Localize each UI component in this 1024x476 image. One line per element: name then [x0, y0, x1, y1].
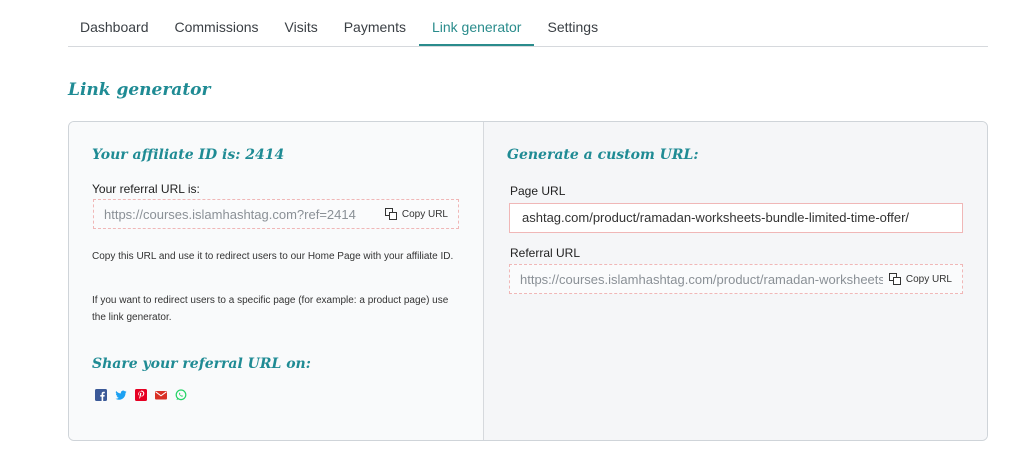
copy-custom-url-label: Copy URL: [905, 273, 952, 285]
copy-icon: [384, 208, 397, 220]
twitter-icon[interactable]: [115, 388, 127, 400]
affiliate-panel: Your affiliate ID is: 2414 Your referral…: [69, 122, 484, 440]
link-generator-card: Your affiliate ID is: 2414 Your referral…: [68, 121, 988, 441]
referral-url-output[interactable]: https://courses.islamhashtag.com/product…: [509, 264, 963, 294]
copy-custom-url-button[interactable]: Copy URL: [888, 273, 952, 285]
page-url-input[interactable]: ashtag.com/product/ramadan-worksheets-bu…: [509, 203, 963, 233]
facebook-icon[interactable]: [95, 388, 107, 401]
referral-url-label: Your referral URL is:: [92, 182, 200, 196]
tab-link-generator[interactable]: Link generator: [418, 0, 535, 46]
tab-commissions[interactable]: Commissions: [162, 0, 272, 46]
whatsapp-icon[interactable]: [175, 388, 187, 401]
custom-url-panel: Generate a custom URL: Page URL ashtag.c…: [484, 122, 987, 440]
copy-icon: [888, 273, 901, 285]
page-url-label: Page URL: [510, 184, 566, 198]
share-heading: Share your referral URL on:: [92, 356, 311, 372]
tab-payments[interactable]: Payments: [331, 0, 419, 46]
copy-url-button[interactable]: Copy URL: [384, 208, 448, 220]
tab-dashboard[interactable]: Dashboard: [68, 0, 162, 46]
pinterest-icon[interactable]: [135, 388, 147, 401]
instructions-paragraph-1: Copy this URL and use it to redirect use…: [92, 251, 454, 262]
referral-url-field[interactable]: https://courses.islamhashtag.com?ref=241…: [93, 199, 459, 229]
affiliate-id-heading: Your affiliate ID is: 2414: [92, 147, 285, 163]
email-icon[interactable]: [155, 388, 167, 400]
copy-url-label: Copy URL: [401, 208, 448, 220]
instructions-paragraph-2: If you want to redirect users to a speci…: [92, 295, 449, 323]
page-title: Link generator: [68, 80, 211, 100]
referral-url-value[interactable]: https://courses.islamhashtag.com?ref=241…: [104, 207, 379, 222]
referral-url-output-value[interactable]: https://courses.islamhashtag.com/product…: [520, 272, 883, 287]
referral-url-label-custom: Referral URL: [510, 246, 581, 260]
custom-url-heading: Generate a custom URL:: [507, 147, 699, 163]
social-share-icons: [95, 388, 187, 401]
tab-settings[interactable]: Settings: [534, 0, 611, 46]
tab-bar: Dashboard Commissions Visits Payments Li…: [68, 0, 988, 47]
tab-visits[interactable]: Visits: [272, 0, 331, 46]
